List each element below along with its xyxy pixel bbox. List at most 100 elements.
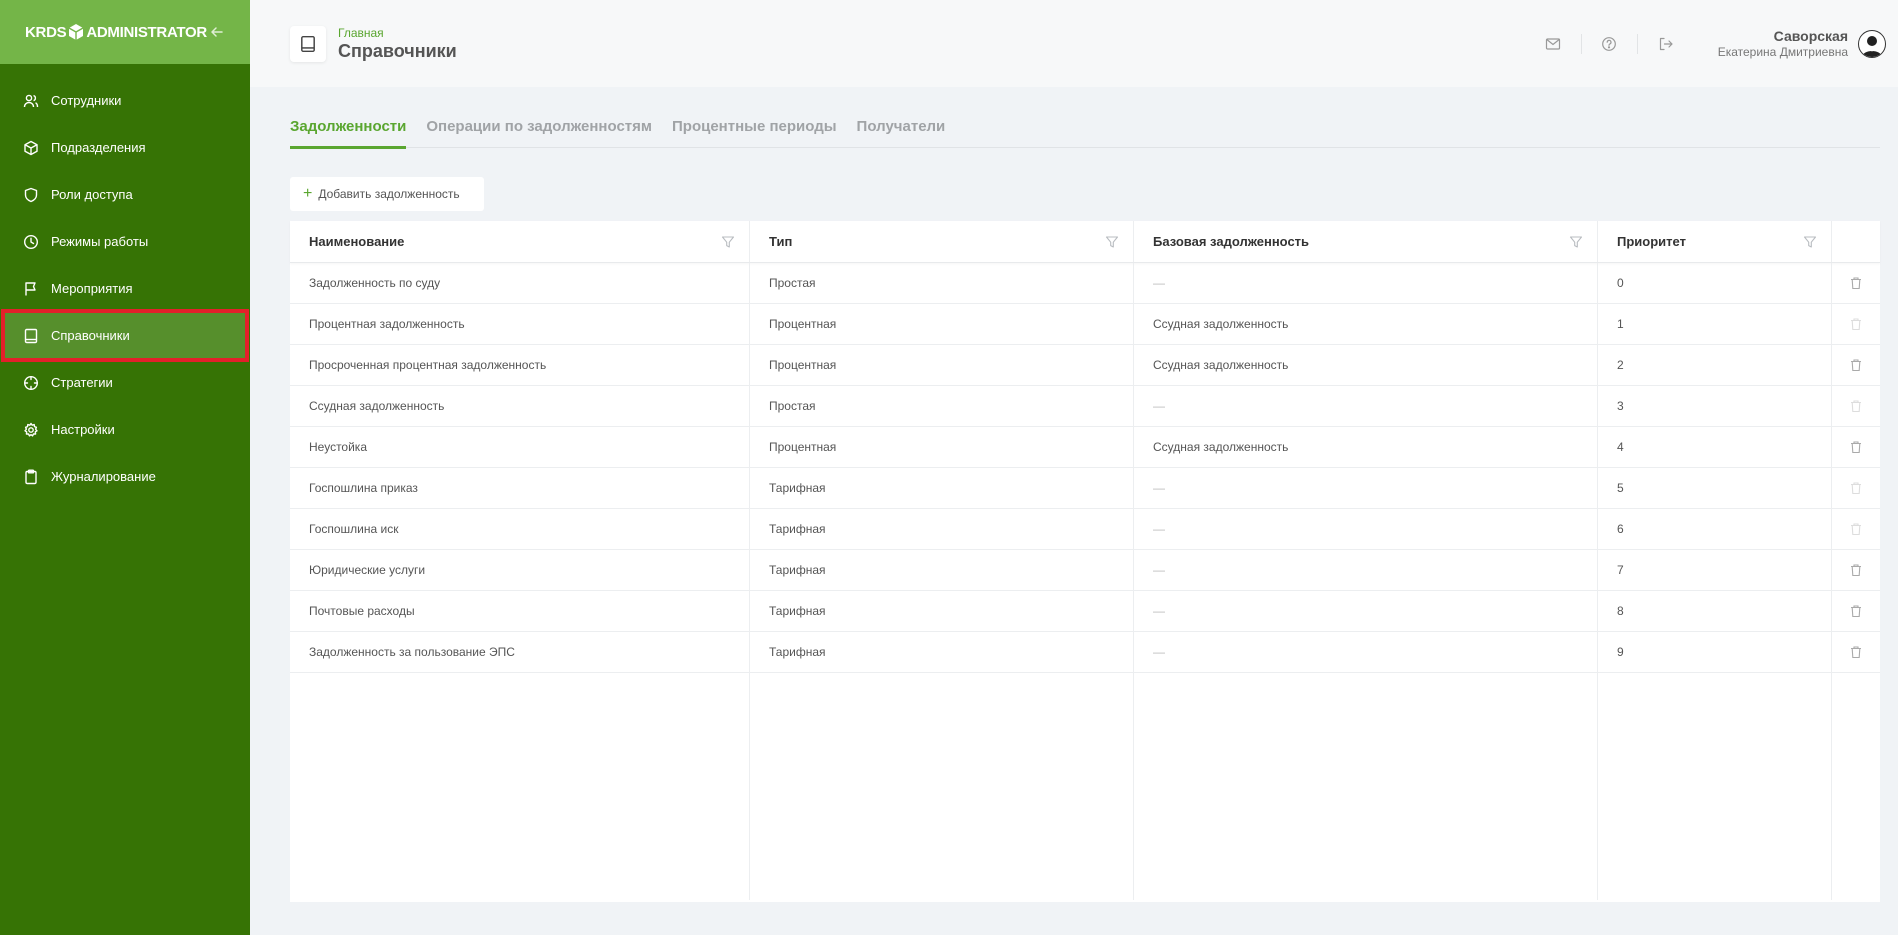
trash-icon[interactable] <box>1849 645 1863 659</box>
filter-icon[interactable] <box>1803 235 1817 249</box>
cell-type: Простая <box>750 386 1134 426</box>
cell-actions <box>1832 468 1880 508</box>
cell-name: Процентная задолженность <box>290 304 750 344</box>
cell-type: Тарифная <box>750 509 1134 549</box>
table-body: Задолженность по суду Простая — 0 Процен… <box>290 263 1880 673</box>
cell-type: Процентная <box>750 427 1134 467</box>
sidebar-item-label: Стратегии <box>51 375 113 390</box>
table-row[interactable]: Неустойка Процентная Ссудная задолженнос… <box>290 427 1880 468</box>
trash-icon[interactable] <box>1849 276 1863 290</box>
column-header-actions <box>1832 221 1880 262</box>
filler-col <box>750 673 1134 900</box>
cell-name: Неустойка <box>290 427 750 467</box>
cell-name: Задолженность по суду <box>290 263 750 303</box>
messages-button[interactable] <box>1526 33 1582 54</box>
cell-base-debt: Ссудная задолженность <box>1134 345 1598 385</box>
cell-type: Тарифная <box>750 550 1134 590</box>
cell-type: Тарифная <box>750 591 1134 631</box>
breadcrumb-home-link[interactable]: Главная <box>338 26 457 40</box>
filler-col <box>1832 673 1880 900</box>
table-row[interactable]: Задолженность по суду Простая — 0 <box>290 263 1880 304</box>
user-info[interactable]: Саворская Екатерина Дмитриевна <box>1718 28 1848 59</box>
cube-icon <box>23 140 39 156</box>
user-last-name: Саворская <box>1773 28 1848 44</box>
flag-icon <box>23 281 39 297</box>
column-header-type: Тип <box>750 221 1134 262</box>
column-header-label: Приоритет <box>1617 234 1686 249</box>
filter-icon[interactable] <box>721 235 735 249</box>
sidebar-item-departments[interactable]: Подразделения <box>0 124 250 171</box>
cell-name: Госпошлина иск <box>290 509 750 549</box>
filler-col <box>1598 673 1832 900</box>
logout-button[interactable] <box>1638 34 1694 54</box>
sidebar-item-events[interactable]: Мероприятия <box>0 265 250 312</box>
users-icon <box>23 93 39 109</box>
column-header-name: Наименование <box>290 221 750 262</box>
trash-icon[interactable] <box>1849 522 1863 536</box>
table-row[interactable]: Юридические услуги Тарифная — 7 <box>290 550 1880 591</box>
sidebar-item-directories[interactable]: Справочники <box>1 309 249 362</box>
cell-priority: 4 <box>1598 427 1832 467</box>
cell-base-debt: — <box>1134 386 1598 426</box>
tab-debt-operations[interactable]: Операции по задолженностям <box>426 118 652 148</box>
table-row[interactable]: Госпошлина приказ Тарифная — 5 <box>290 468 1880 509</box>
cell-base-debt: — <box>1134 509 1598 549</box>
logo-cube-icon <box>68 24 84 40</box>
sidebar-item-strategies[interactable]: Стратегии <box>0 359 250 406</box>
cell-base-debt: — <box>1134 632 1598 672</box>
cell-actions <box>1832 427 1880 467</box>
help-button[interactable] <box>1582 33 1638 54</box>
sidebar-item-label: Подразделения <box>51 140 146 155</box>
filter-icon[interactable] <box>1105 235 1119 249</box>
tab-recipients[interactable]: Получатели <box>857 118 946 148</box>
trash-icon[interactable] <box>1849 317 1863 331</box>
cell-actions <box>1832 386 1880 426</box>
add-debt-label: Добавить задолженность <box>318 187 460 201</box>
user-first-name: Екатерина Дмитриевна <box>1717 45 1848 59</box>
page-title: Справочники <box>338 40 457 61</box>
sidebar-item-employees[interactable]: Сотрудники <box>0 77 250 124</box>
cell-actions <box>1832 591 1880 631</box>
trash-icon[interactable] <box>1849 604 1863 618</box>
table-row[interactable]: Ссудная задолженность Простая — 3 <box>290 386 1880 427</box>
book-icon <box>301 35 315 52</box>
tab-interest-periods[interactable]: Процентные периоды <box>672 118 837 148</box>
column-header-label: Тип <box>769 234 793 249</box>
trash-icon[interactable] <box>1849 440 1863 454</box>
filter-icon[interactable] <box>1569 235 1583 249</box>
table-row[interactable]: Просроченная процентная задолженность Пр… <box>290 345 1880 386</box>
avatar[interactable] <box>1858 29 1886 58</box>
sidebar-item-label: Мероприятия <box>51 281 133 296</box>
cell-priority: 9 <box>1598 632 1832 672</box>
gear-icon <box>23 422 39 438</box>
sidebar-item-work-modes[interactable]: Режимы работы <box>0 218 250 265</box>
cell-actions <box>1832 263 1880 303</box>
cell-name: Ссудная задолженность <box>290 386 750 426</box>
sidebar: KRDS ADMINISTRATOR Сотрудники Подразделе… <box>0 0 250 935</box>
table-row[interactable]: Госпошлина иск Тарифная — 6 <box>290 509 1880 550</box>
sidebar-item-access-roles[interactable]: Роли доступа <box>0 171 250 218</box>
app-logo[interactable]: KRDS ADMINISTRATOR <box>25 23 207 41</box>
cell-priority: 2 <box>1598 345 1832 385</box>
cell-name: Госпошлина приказ <box>290 468 750 508</box>
column-header-label: Базовая задолженность <box>1153 234 1310 249</box>
cell-base-debt: — <box>1134 468 1598 508</box>
table-row[interactable]: Почтовые расходы Тарифная — 8 <box>290 591 1880 632</box>
trash-icon[interactable] <box>1849 358 1863 372</box>
sidebar-item-settings[interactable]: Настройки <box>0 406 250 453</box>
collapse-sidebar-button[interactable] <box>208 23 226 41</box>
trash-icon[interactable] <box>1849 563 1863 577</box>
sidebar-item-logging[interactable]: Журналирование <box>0 453 250 500</box>
help-icon <box>1602 36 1617 51</box>
column-header-label: Наименование <box>309 234 405 249</box>
table-row[interactable]: Задолженность за пользование ЭПС Тарифна… <box>290 632 1880 673</box>
table-row[interactable]: Процентная задолженность Процентная Ссуд… <box>290 304 1880 345</box>
trash-icon[interactable] <box>1849 399 1863 413</box>
trash-icon[interactable] <box>1849 481 1863 495</box>
add-debt-button[interactable]: + Добавить задолженность <box>290 177 484 211</box>
sidebar-item-label: Справочники <box>51 328 130 343</box>
title-block: Главная Справочники <box>338 26 457 62</box>
mail-icon <box>1546 37 1561 50</box>
cell-actions <box>1832 632 1880 672</box>
tab-debts[interactable]: Задолженности <box>290 118 407 149</box>
